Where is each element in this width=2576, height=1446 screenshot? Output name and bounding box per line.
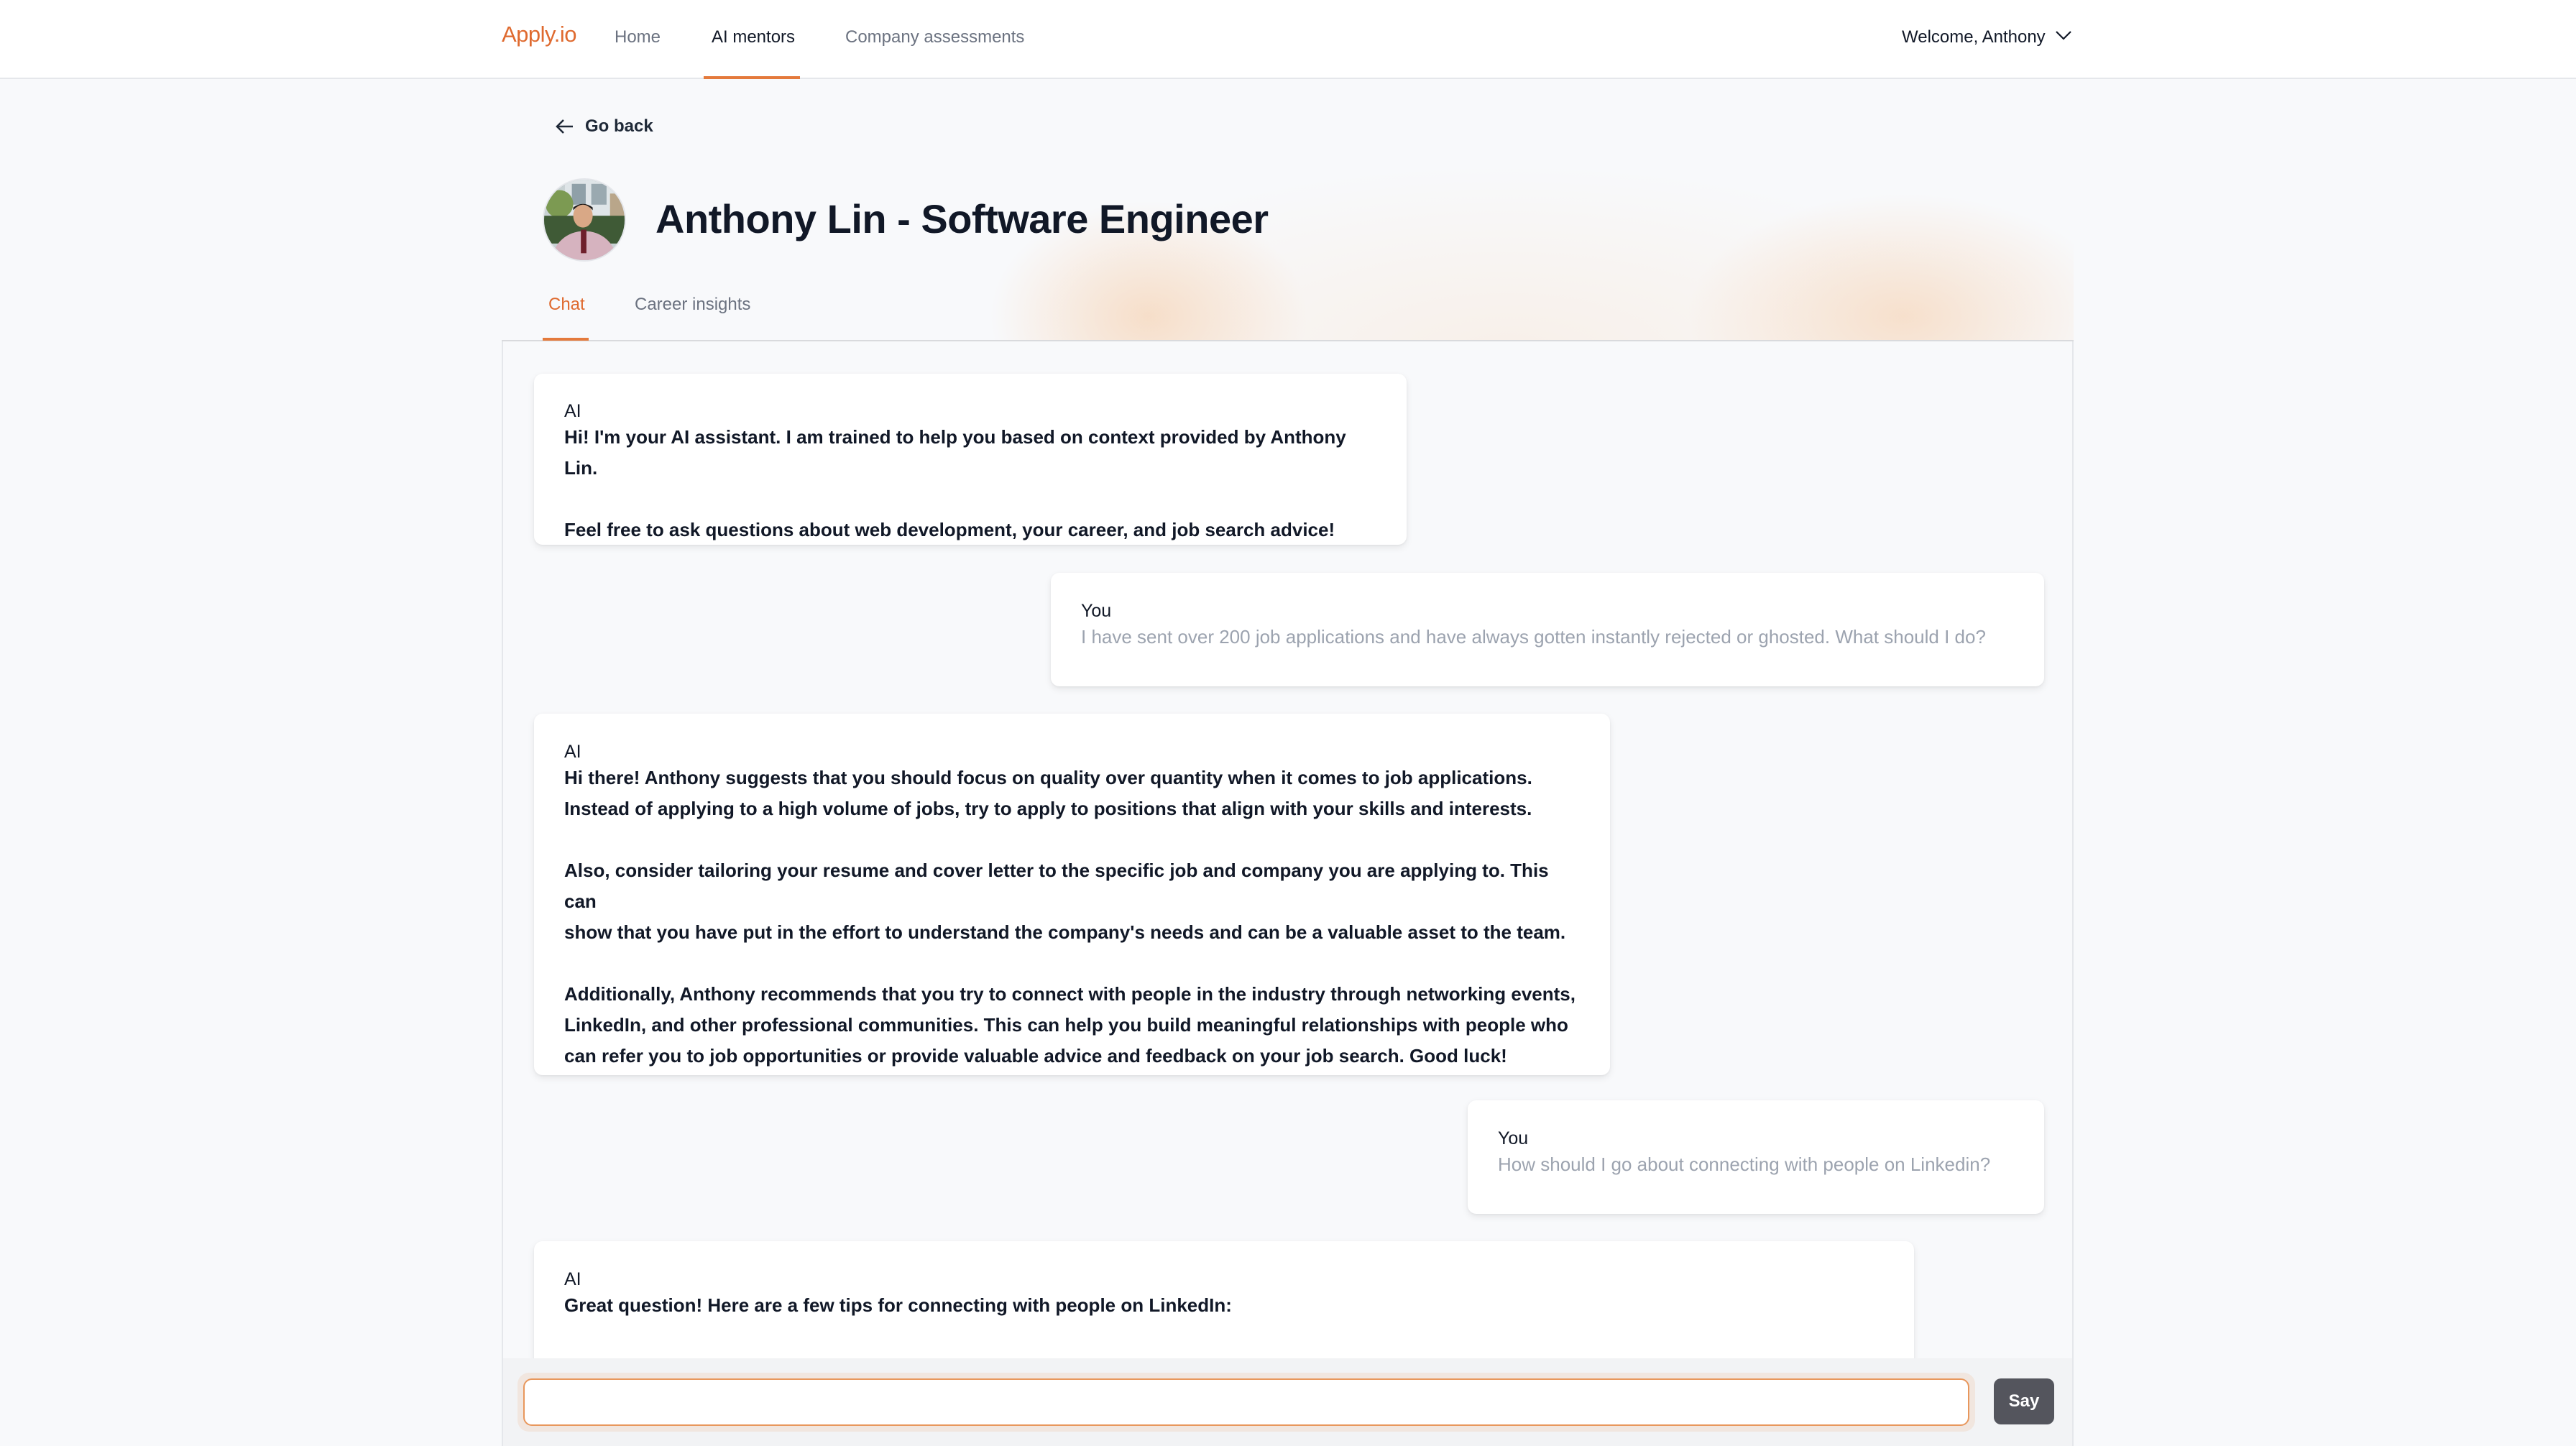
- tab-career-insights[interactable]: Career insights: [635, 295, 750, 315]
- active-tab-indicator: [543, 338, 589, 341]
- mentor-avatar: [543, 178, 626, 262]
- message-sender: You: [1081, 601, 1112, 621]
- message-text: Hi there! Anthony suggests that you shou…: [564, 767, 1576, 1067]
- message-text: Hi! I'm your AI assistant. I am trained …: [564, 426, 1346, 540]
- message-sender: AI: [564, 742, 581, 762]
- message-text: Great question! Here are a few tips for …: [564, 1294, 1232, 1316]
- chat-input[interactable]: [523, 1378, 1969, 1426]
- brand-logo[interactable]: Apply.io: [502, 22, 577, 47]
- chat-message-ai: AI Hi there! Anthony suggests that you s…: [534, 714, 1610, 1075]
- user-menu-welcome[interactable]: Welcome, Anthony: [1902, 27, 2046, 47]
- top-navigation-bar: Apply.io Home AI mentors Company assessm…: [0, 0, 2576, 79]
- chevron-down-icon[interactable]: [2054, 27, 2073, 43]
- chat-message-list[interactable]: AI Hi! I'm your AI assistant. I am train…: [502, 341, 2074, 1446]
- message-sender: AI: [564, 401, 581, 421]
- nav-link-home[interactable]: Home: [615, 27, 661, 47]
- arrow-left-icon: [556, 119, 573, 134]
- message-sender: You: [1498, 1128, 1529, 1148]
- nav-link-company-assessments[interactable]: Company assessments: [845, 27, 1024, 47]
- message-text: How should I go about connecting with pe…: [1498, 1153, 1991, 1175]
- tab-chat[interactable]: Chat: [548, 295, 585, 315]
- mentor-photo: [544, 180, 625, 260]
- say-button[interactable]: Say: [1994, 1378, 2054, 1424]
- message-text: I have sent over 200 job applications an…: [1081, 626, 1986, 648]
- chat-message-user: You How should I go about connecting wit…: [1468, 1100, 2044, 1214]
- page-title: Anthony Lin - Software Engineer: [656, 196, 1269, 241]
- go-back-label: Go back: [585, 116, 653, 136]
- chat-message-user: You I have sent over 200 job application…: [1051, 573, 2044, 686]
- chat-message-ai: AI Hi! I'm your AI assistant. I am train…: [534, 374, 1407, 545]
- go-back-button[interactable]: Go back: [555, 114, 653, 139]
- message-sender: AI: [564, 1269, 581, 1289]
- nav-link-ai-mentors[interactable]: AI mentors: [712, 27, 795, 47]
